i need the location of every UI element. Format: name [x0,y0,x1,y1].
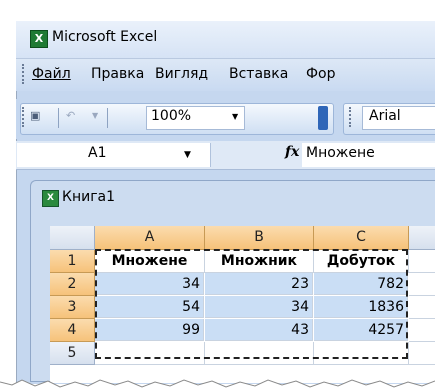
cell-d5[interactable] [409,342,435,365]
toolbar-grip[interactable] [22,107,27,127]
menu-file[interactable]: Файл [32,66,71,82]
menu-insert[interactable]: Вставка [229,66,288,82]
paste-icon[interactable]: ▣ [30,109,40,122]
excel-icon: X [30,30,48,48]
font-value: Arial [369,108,401,124]
toolbar-separator [107,108,108,128]
toolbar-separator [58,108,59,128]
zoom-value: 100% [151,108,192,124]
formula-value: Множене [306,145,375,161]
menu-format[interactable]: Фор [306,66,336,82]
workbook-title: Книга1 [62,189,116,205]
undo-dropdown-icon[interactable]: ▼ [92,111,98,120]
menu-grip[interactable] [22,64,27,84]
row-header-5[interactable]: 5 [50,342,95,365]
select-all-corner[interactable] [50,226,95,250]
row-header-3[interactable]: 3 [50,296,95,319]
column-header-b[interactable]: B [205,226,314,250]
undo-icon[interactable]: ↶ [66,109,75,122]
column-header-c[interactable]: C [314,226,409,250]
column-header-d[interactable] [409,226,435,250]
name-box-value: A1 [88,145,107,161]
row-header-2[interactable]: 2 [50,273,95,296]
workbook-icon: X [42,190,59,207]
cell-d4[interactable] [409,319,435,342]
menu-edit[interactable]: Правка [91,66,144,82]
cell-d2[interactable] [409,273,435,296]
formatting-grip[interactable] [349,107,354,127]
window-title: Microsoft Excel [52,29,158,45]
toolbar-overflow-button[interactable] [318,106,328,130]
cell-d3[interactable] [409,296,435,319]
cell-d1[interactable] [409,250,435,273]
fx-icon[interactable]: fx [285,144,299,160]
menu-bar [16,59,435,91]
torn-edge [0,379,435,391]
copy-marquee [95,249,408,359]
name-box[interactable] [17,143,211,167]
column-header-a[interactable]: A [95,226,205,250]
menu-view[interactable]: Вигляд [155,66,208,82]
row-header-4[interactable]: 4 [50,319,95,342]
row-header-1[interactable]: 1 [50,250,95,273]
zoom-dropdown-icon[interactable]: ▼ [232,112,238,121]
name-box-dropdown-icon[interactable]: ▼ [184,150,191,160]
